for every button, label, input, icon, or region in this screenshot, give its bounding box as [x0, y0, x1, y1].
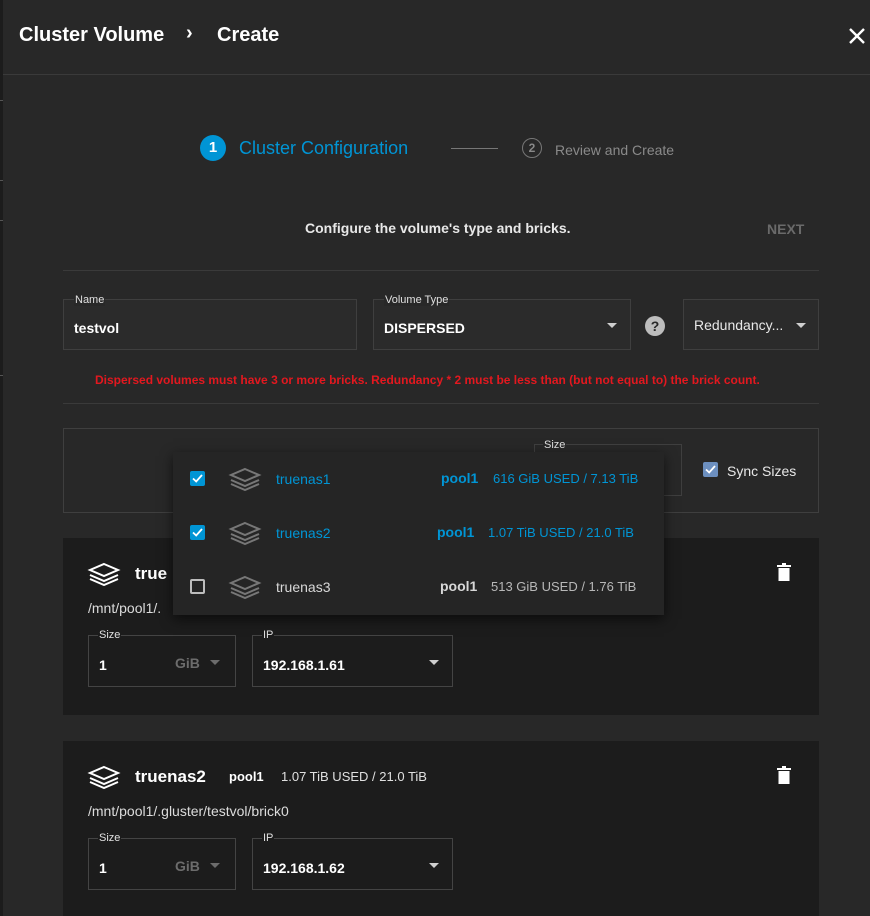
server-icon [228, 521, 262, 545]
brick-size-unit[interactable]: GiB [175, 858, 200, 874]
server-icon [228, 575, 262, 599]
divider [63, 403, 819, 404]
sync-sizes-label[interactable]: Sync Sizes [727, 463, 796, 479]
host-name: truenas1 [276, 471, 331, 487]
host-usage: 513 GiB USED / 1.76 TiB [491, 579, 637, 594]
brick-ip-select[interactable]: IP 192.168.1.61 [252, 629, 453, 687]
step-connector [451, 148, 498, 149]
host-usage: 616 GiB USED / 7.13 TiB [493, 471, 639, 486]
step-1-label[interactable]: Cluster Configuration [239, 138, 408, 159]
host-name: truenas3 [276, 579, 331, 595]
server-icon [87, 562, 121, 586]
divider [63, 270, 819, 271]
brick-card: truenas2 pool1 1.07 TiB USED / 21.0 TiB … [63, 741, 819, 916]
name-field-value: testvol [74, 320, 120, 336]
brick-pool: pool1 [229, 769, 264, 784]
host-name: truenas2 [276, 525, 331, 541]
validation-error: Dispersed volumes must have 3 or more br… [95, 373, 760, 387]
chevron-down-icon [796, 323, 806, 328]
brick-usage: 1.07 TiB USED / 21.0 TiB [281, 769, 427, 784]
name-field[interactable]: Name testvol [63, 294, 357, 350]
host-checkbox[interactable] [190, 471, 205, 486]
brick-size-label: Size [98, 629, 122, 641]
volume-type-select[interactable]: Volume Type DISPERSED [373, 294, 631, 350]
chevron-down-icon [210, 863, 220, 868]
host-option-truenas1[interactable]: truenas1 pool1 616 GiB USED / 7.13 TiB [173, 452, 664, 506]
brick-path: /mnt/pool1/.gluster/testvol/brick0 [88, 803, 289, 819]
step-2-label[interactable]: Review and Create [555, 142, 674, 158]
help-icon[interactable]: ? [645, 316, 665, 336]
brick-size-field[interactable]: Size 1 GiB [88, 832, 236, 890]
step-1-indicator[interactable]: 1 [200, 135, 226, 161]
host-pool: pool1 [441, 470, 479, 486]
brick-host-name: true [135, 564, 168, 583]
chevron-down-icon [607, 323, 617, 328]
host-checkbox[interactable] [190, 525, 205, 540]
next-button[interactable]: NEXT [767, 221, 804, 237]
brick-host-name: truenas2 [135, 767, 206, 786]
volume-type-label: Volume Type [384, 294, 450, 306]
global-size-label: Size [543, 439, 567, 451]
brick-size-field[interactable]: Size 1 GiB [88, 629, 236, 687]
volume-type-value: DISPERSED [384, 320, 465, 336]
brick-size-unit[interactable]: GiB [175, 655, 200, 671]
brick-size-value: 1 [99, 860, 107, 876]
sync-sizes-checkbox[interactable] [703, 462, 718, 477]
redundancy-placeholder: Redundancy... [694, 317, 784, 333]
breadcrumb-current: Create [217, 24, 280, 46]
host-option-truenas2[interactable]: truenas2 pool1 1.07 TiB USED / 21.0 TiB [173, 506, 664, 560]
dialog-header: Cluster Volume › Create [3, 0, 870, 75]
close-icon[interactable] [847, 22, 867, 50]
step-2-indicator[interactable]: 2 [522, 138, 542, 158]
brick-ip-value: 192.168.1.62 [263, 860, 345, 876]
server-icon [228, 467, 262, 491]
name-field-label: Name [74, 294, 106, 306]
chevron-right-icon: › [186, 22, 193, 44]
chevron-down-icon [429, 660, 439, 665]
host-select-dropdown: truenas1 pool1 616 GiB USED / 7.13 TiB t… [173, 452, 664, 615]
brick-ip-select[interactable]: IP 192.168.1.62 [252, 832, 453, 890]
wizard-stepper: 1 Cluster Configuration 2 Review and Cre… [0, 135, 870, 165]
host-usage: 1.07 TiB USED / 21.0 TiB [488, 525, 634, 540]
chevron-down-icon [210, 660, 220, 665]
host-checkbox[interactable] [190, 579, 205, 594]
brick-size-value: 1 [99, 657, 107, 673]
host-option-truenas3[interactable]: truenas3 pool1 513 GiB USED / 1.76 TiB [173, 560, 664, 614]
host-pool: pool1 [440, 578, 478, 594]
breadcrumb-parent[interactable]: Cluster Volume [19, 24, 164, 47]
chevron-down-icon [429, 863, 439, 868]
brick-ip-value: 192.168.1.61 [263, 657, 345, 673]
brick-size-label: Size [98, 832, 122, 844]
brick-path: /mnt/pool1/. [88, 600, 162, 616]
trash-icon[interactable] [777, 563, 791, 581]
form-description: Configure the volume's type and bricks. [305, 220, 571, 236]
server-icon [87, 765, 121, 789]
trash-icon[interactable] [777, 766, 791, 784]
redundancy-select[interactable]: Redundancy... [683, 299, 819, 350]
brick-ip-label: IP [262, 832, 275, 844]
brick-ip-label: IP [262, 629, 275, 641]
host-pool: pool1 [437, 524, 475, 540]
